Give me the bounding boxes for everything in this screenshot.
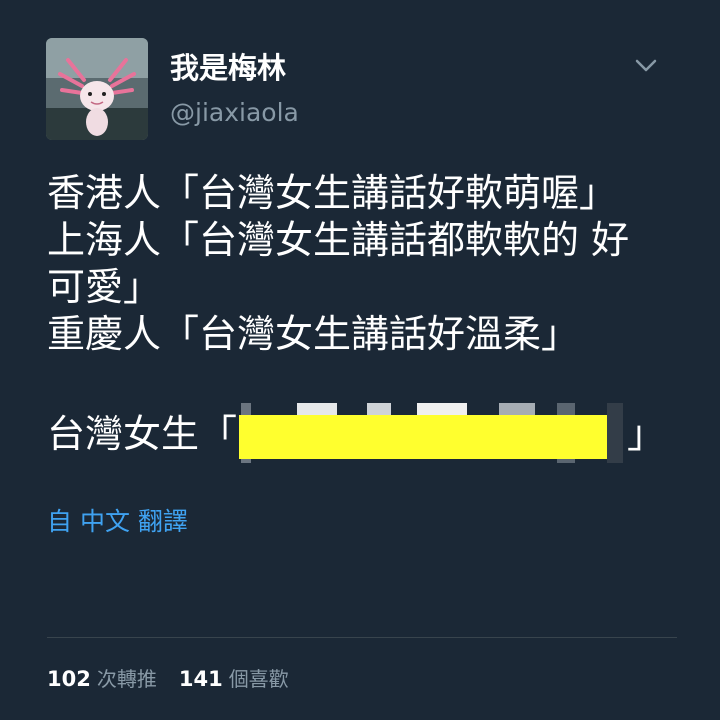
user-handle[interactable]: @jiaxiaola	[170, 97, 299, 129]
chevron-down-icon[interactable]	[632, 54, 660, 76]
censored-line-prefix: 台灣女生「	[47, 412, 238, 456]
display-name[interactable]: 我是梅林	[170, 50, 286, 86]
tweet-line: 香港人「台灣女生講話好軟萌喔」	[47, 171, 618, 215]
avatar[interactable]	[46, 38, 148, 140]
tweet-text: 香港人「台灣女生講話好軟萌喔」 上海人「台灣女生講話都軟軟的 好 可愛」 重慶人…	[47, 170, 687, 463]
censored-tweet-line: 台灣女生「 」	[47, 402, 687, 463]
censored-line-suffix: 」	[627, 412, 666, 456]
like-label[interactable]: 個喜歡	[229, 667, 289, 691]
tweet-line: 上海人「台灣女生講話都軟軟的 好	[47, 218, 630, 262]
censor-bar	[239, 414, 608, 459]
retweet-label[interactable]: 次轉推	[97, 667, 157, 691]
retweet-count[interactable]: 102	[47, 667, 91, 691]
tweet-stats: 102 次轉推 141 個喜歡	[47, 664, 289, 694]
tweet-line: 重慶人「台灣女生講話好溫柔」	[47, 312, 580, 356]
tweet-line: 可愛」	[47, 265, 162, 309]
divider	[47, 637, 677, 638]
like-count[interactable]: 141	[179, 667, 223, 691]
axolotl-avatar-icon	[46, 38, 148, 140]
translate-tweet-link[interactable]: 自 中文 翻譯	[47, 505, 188, 539]
censored-region	[237, 402, 627, 463]
